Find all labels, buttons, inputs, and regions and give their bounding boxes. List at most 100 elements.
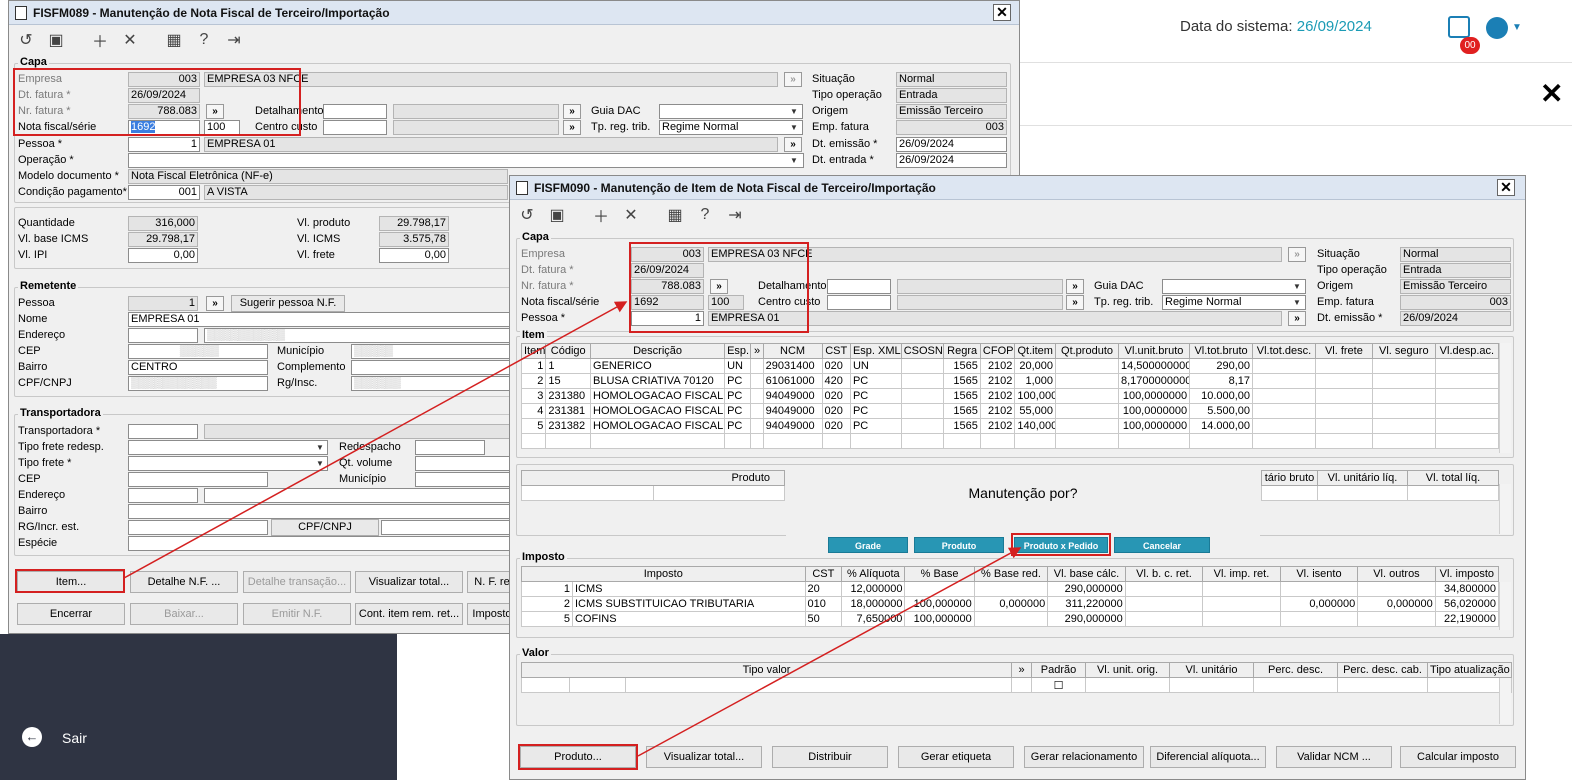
table-cell[interactable] <box>979 433 1016 449</box>
rem-lookup-button[interactable]: » <box>206 296 224 311</box>
grade-button[interactable]: Grade <box>828 537 908 553</box>
table-cell[interactable]: 5.500,00 <box>1189 403 1254 419</box>
dt-entrada-field[interactable]: 26/09/2024 <box>896 153 1007 168</box>
table-cell[interactable] <box>1252 358 1316 374</box>
produto-cell[interactable] <box>521 485 654 501</box>
table-cell[interactable]: 290,000000 <box>1047 581 1126 597</box>
table-row[interactable]: 1 1 GENERICO UN 29031400 020 UN 1565 2102 20,000 1… <box>520 358 1500 374</box>
dropdown-arrow-icon[interactable]: ▼ <box>313 457 327 470</box>
table-cell[interactable] <box>750 358 764 374</box>
table-row[interactable] <box>520 433 1500 449</box>
transp-municipio-field[interactable] <box>415 472 515 487</box>
centro-custo-lookup-button[interactable]: » <box>1066 295 1084 310</box>
table-cell[interactable] <box>1014 433 1057 449</box>
table-cell[interactable] <box>1279 611 1359 627</box>
table-cell[interactable] <box>750 433 764 449</box>
transp-code-field[interactable] <box>128 424 198 439</box>
column-header[interactable]: » <box>1011 662 1033 678</box>
close-button[interactable]: ✕ <box>993 4 1011 21</box>
detalhe-transacao-button[interactable]: Detalhe transação... <box>243 571 351 593</box>
back-arrow-icon[interactable]: ← <box>22 727 42 747</box>
dropdown-arrow-icon[interactable]: ▼ <box>787 105 801 118</box>
transp-cep-field[interactable] <box>128 472 268 487</box>
item-scrollbar[interactable] <box>1499 343 1511 453</box>
table-cell[interactable] <box>1371 418 1436 434</box>
tipo-frete-select[interactable] <box>128 456 328 471</box>
column-header[interactable]: Esp. XML <box>849 343 902 359</box>
especie-field[interactable] <box>128 536 514 551</box>
column-header[interactable]: Código <box>545 343 592 359</box>
table-cell[interactable] <box>1252 388 1316 404</box>
table-cell[interactable]: 0,000000 <box>1357 596 1436 612</box>
exit-icon[interactable]: ⇥ <box>223 30 245 50</box>
table-cell[interactable]: 290,00 <box>1189 358 1254 374</box>
valor-scrollbar[interactable] <box>1499 678 1511 724</box>
table-cell[interactable] <box>1124 581 1204 597</box>
table-cell[interactable] <box>900 358 945 374</box>
table-cell[interactable]: 020 <box>821 358 851 374</box>
table-cell[interactable]: 14,500000000 <box>1117 358 1191 374</box>
table-cell[interactable]: HOMOLOGACAO FISCAL U <box>590 388 726 404</box>
table-cell[interactable] <box>724 433 752 449</box>
table-cell[interactable]: 2102 <box>979 373 1016 389</box>
diferencial-aliquota-button[interactable]: Diferencial alíquota... <box>1150 746 1266 768</box>
table-cell[interactable]: 34,800000 <box>1434 581 1500 597</box>
close-button[interactable]: ✕ <box>1497 179 1515 196</box>
table-cell[interactable] <box>750 418 764 434</box>
column-header[interactable]: Descrição <box>590 343 726 359</box>
rem-endereco-num-field[interactable] <box>128 328 198 343</box>
centro-custo-lookup-button[interactable]: » <box>563 120 581 135</box>
centro-custo-code-field[interactable] <box>827 295 891 310</box>
table-cell[interactable]: 311,220000 <box>1047 596 1126 612</box>
column-header[interactable]: Esp. <box>724 343 752 359</box>
table-row[interactable]: 5 COFINS 50 7,650000 100,000000 290,000000 22,… <box>521 611 1500 627</box>
table-cell[interactable]: 1 <box>520 358 547 374</box>
table-cell[interactable] <box>1117 433 1191 449</box>
table-cell[interactable]: 10.000,00 <box>1189 388 1254 404</box>
table-cell[interactable]: 2102 <box>979 388 1016 404</box>
column-header[interactable]: Vl. seguro <box>1371 343 1436 359</box>
transp-bairro-field[interactable] <box>128 504 514 519</box>
gerar-relacionamento-button[interactable]: Gerar relacionamento <box>1024 746 1144 768</box>
add-icon[interactable]: ＋ <box>590 203 612 227</box>
column-header[interactable]: % Base red. <box>973 566 1049 582</box>
centro-custo-code-field[interactable] <box>323 120 387 135</box>
calendar-icon[interactable] <box>1448 16 1470 38</box>
table-cell[interactable] <box>1357 611 1436 627</box>
column-header[interactable]: Vl. unit. orig. <box>1085 662 1171 678</box>
table-cell[interactable] <box>1055 403 1119 419</box>
table-cell[interactable]: 020 <box>821 403 851 419</box>
column-header[interactable]: Regra <box>943 343 981 359</box>
table-cell[interactable] <box>849 433 902 449</box>
table-cell[interactable] <box>1202 611 1281 627</box>
table-cell[interactable]: BLUSA CRIATIVA 70120 <box>590 373 726 389</box>
guia-dac-select[interactable] <box>659 104 803 119</box>
table-cell[interactable] <box>1055 433 1119 449</box>
table-cell[interactable]: 100,0000000 <box>1117 403 1191 419</box>
calendar-icon[interactable]: ▦ <box>163 30 185 50</box>
rem-nome-field[interactable]: EMPRESA 01 <box>128 312 528 327</box>
column-header[interactable]: CSOSN <box>900 343 945 359</box>
table-cell[interactable]: ICMS SUBSTITUICAO TRIBUTARIA <box>571 596 806 612</box>
table-cell[interactable]: HOMOLOGACAO FISCAL U <box>590 403 726 419</box>
table-cell[interactable]: PC <box>849 373 902 389</box>
table-cell[interactable]: PC <box>724 403 752 419</box>
column-header[interactable]: Vl. imposto <box>1434 566 1500 582</box>
produto-cell[interactable] <box>652 485 785 501</box>
table-cell[interactable]: PC <box>849 388 902 404</box>
detalhamento-lookup-button[interactable]: » <box>1066 279 1084 294</box>
visualizar-total-button[interactable]: Visualizar total... <box>355 571 463 593</box>
add-icon[interactable]: ＋ <box>89 28 111 52</box>
table-cell[interactable] <box>624 677 1013 693</box>
ipi-field[interactable]: 0,00 <box>128 248 198 263</box>
table-cell[interactable] <box>1371 403 1436 419</box>
table-cell[interactable]: 231382 <box>545 418 592 434</box>
table-cell[interactable]: 2102 <box>979 358 1016 374</box>
calendar-icon[interactable]: ▦ <box>664 205 686 225</box>
table-cell[interactable]: 3 <box>520 388 547 404</box>
help-icon[interactable]: ? <box>193 31 215 49</box>
table-cell[interactable]: UN <box>724 358 752 374</box>
table-cell[interactable] <box>1337 677 1429 693</box>
table-cell[interactable]: 420 <box>821 373 851 389</box>
help-icon[interactable]: ? <box>694 206 716 224</box>
